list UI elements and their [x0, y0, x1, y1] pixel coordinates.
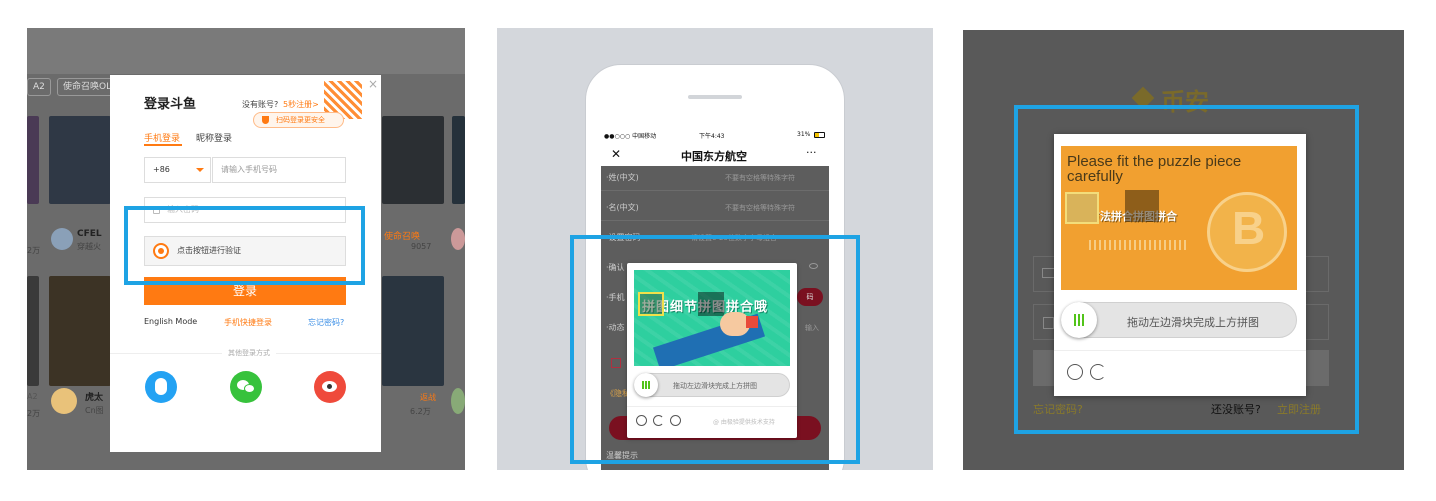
battery-text: 31% — [797, 131, 811, 138]
country-code-select[interactable]: +86 — [144, 157, 211, 183]
background-tab: 使命召唤OL — [57, 78, 118, 96]
avatar — [451, 388, 465, 414]
tab-nickname-login[interactable]: 昵称登录 — [196, 131, 232, 144]
avatar — [451, 228, 465, 250]
divider — [601, 190, 829, 191]
highlight-box — [1014, 105, 1359, 434]
background-text: 返战 — [420, 393, 436, 402]
chevron-down-icon — [196, 168, 204, 172]
battery-icon — [814, 132, 825, 138]
country-code-value: +86 — [153, 165, 170, 174]
quick-login-link[interactable]: 手机快捷登录 — [224, 317, 272, 328]
weibo-login-icon[interactable] — [314, 371, 346, 403]
divider — [601, 220, 829, 221]
highlight-box — [570, 235, 860, 464]
background-text: 虎太 — [85, 393, 104, 403]
background-text: 6.2万 — [410, 407, 431, 416]
background-text: 9057 — [411, 242, 432, 251]
background-text: 穿越火 — [77, 242, 101, 251]
register-link[interactable]: 5秒注册> — [283, 99, 319, 110]
background-thumbnail — [382, 116, 444, 204]
background-text: 2万 — [27, 409, 41, 418]
wechat-login-icon[interactable] — [230, 371, 262, 403]
no-account-text: 没有账号? — [242, 100, 279, 109]
qr-login-tip: 扫码登录更安全 — [253, 112, 344, 128]
carrier-text: ●●○○○ 中国移动 — [604, 133, 657, 140]
nav-bar: ✕ 中国东方航空 ··· — [601, 144, 829, 166]
other-methods-label: 其他登录方式 — [222, 348, 276, 358]
phone-speaker — [688, 95, 742, 99]
highlight-box — [124, 206, 365, 285]
background-text: 使命召唤 — [384, 232, 421, 242]
background-thumbnail — [49, 276, 111, 386]
status-bar: ●●○○○ 中国移动 下午4:43 31% — [601, 128, 829, 144]
avatar — [51, 228, 73, 250]
background-text: CFEL — [77, 229, 102, 239]
tab-indicator — [144, 144, 182, 146]
background-text: 2万 — [27, 246, 41, 255]
background-thumbnail — [452, 116, 465, 204]
shield-icon — [262, 116, 269, 124]
dialog-title: 登录斗鱼 — [144, 97, 197, 112]
more-icon[interactable]: ··· — [806, 146, 817, 159]
english-mode-link[interactable]: English Mode — [144, 317, 197, 326]
background-thumbnail — [382, 276, 444, 386]
form-hint: 不要有空格等特殊字符 — [725, 174, 795, 182]
nav-title: 中国东方航空 — [681, 150, 747, 163]
qq-login-icon[interactable] — [145, 371, 177, 403]
background-text: A2 — [27, 392, 38, 401]
status-time: 下午4:43 — [699, 133, 725, 140]
background-tab: A2 — [27, 78, 51, 96]
background-text: Cn图 — [85, 406, 104, 415]
phone-input[interactable]: 请输入手机号码 — [212, 157, 346, 183]
form-hint: 不要有空格等特殊字符 — [725, 204, 795, 212]
close-icon[interactable]: × — [368, 77, 378, 91]
tab-phone-login[interactable]: 手机登录 — [144, 131, 180, 144]
background-thumbnail — [27, 276, 39, 386]
background-thumbnail — [49, 116, 111, 204]
qr-tip-text: 扫码登录更安全 — [276, 116, 325, 124]
background-thumbnail — [27, 116, 39, 204]
background-header — [27, 28, 465, 74]
close-icon[interactable]: ✕ — [611, 147, 621, 161]
forgot-password-link[interactable]: 忘记密码? — [308, 317, 344, 328]
form-label: ·姓(中文) — [606, 173, 639, 182]
form-label: ·名(中文) — [606, 203, 639, 212]
avatar — [51, 388, 77, 414]
